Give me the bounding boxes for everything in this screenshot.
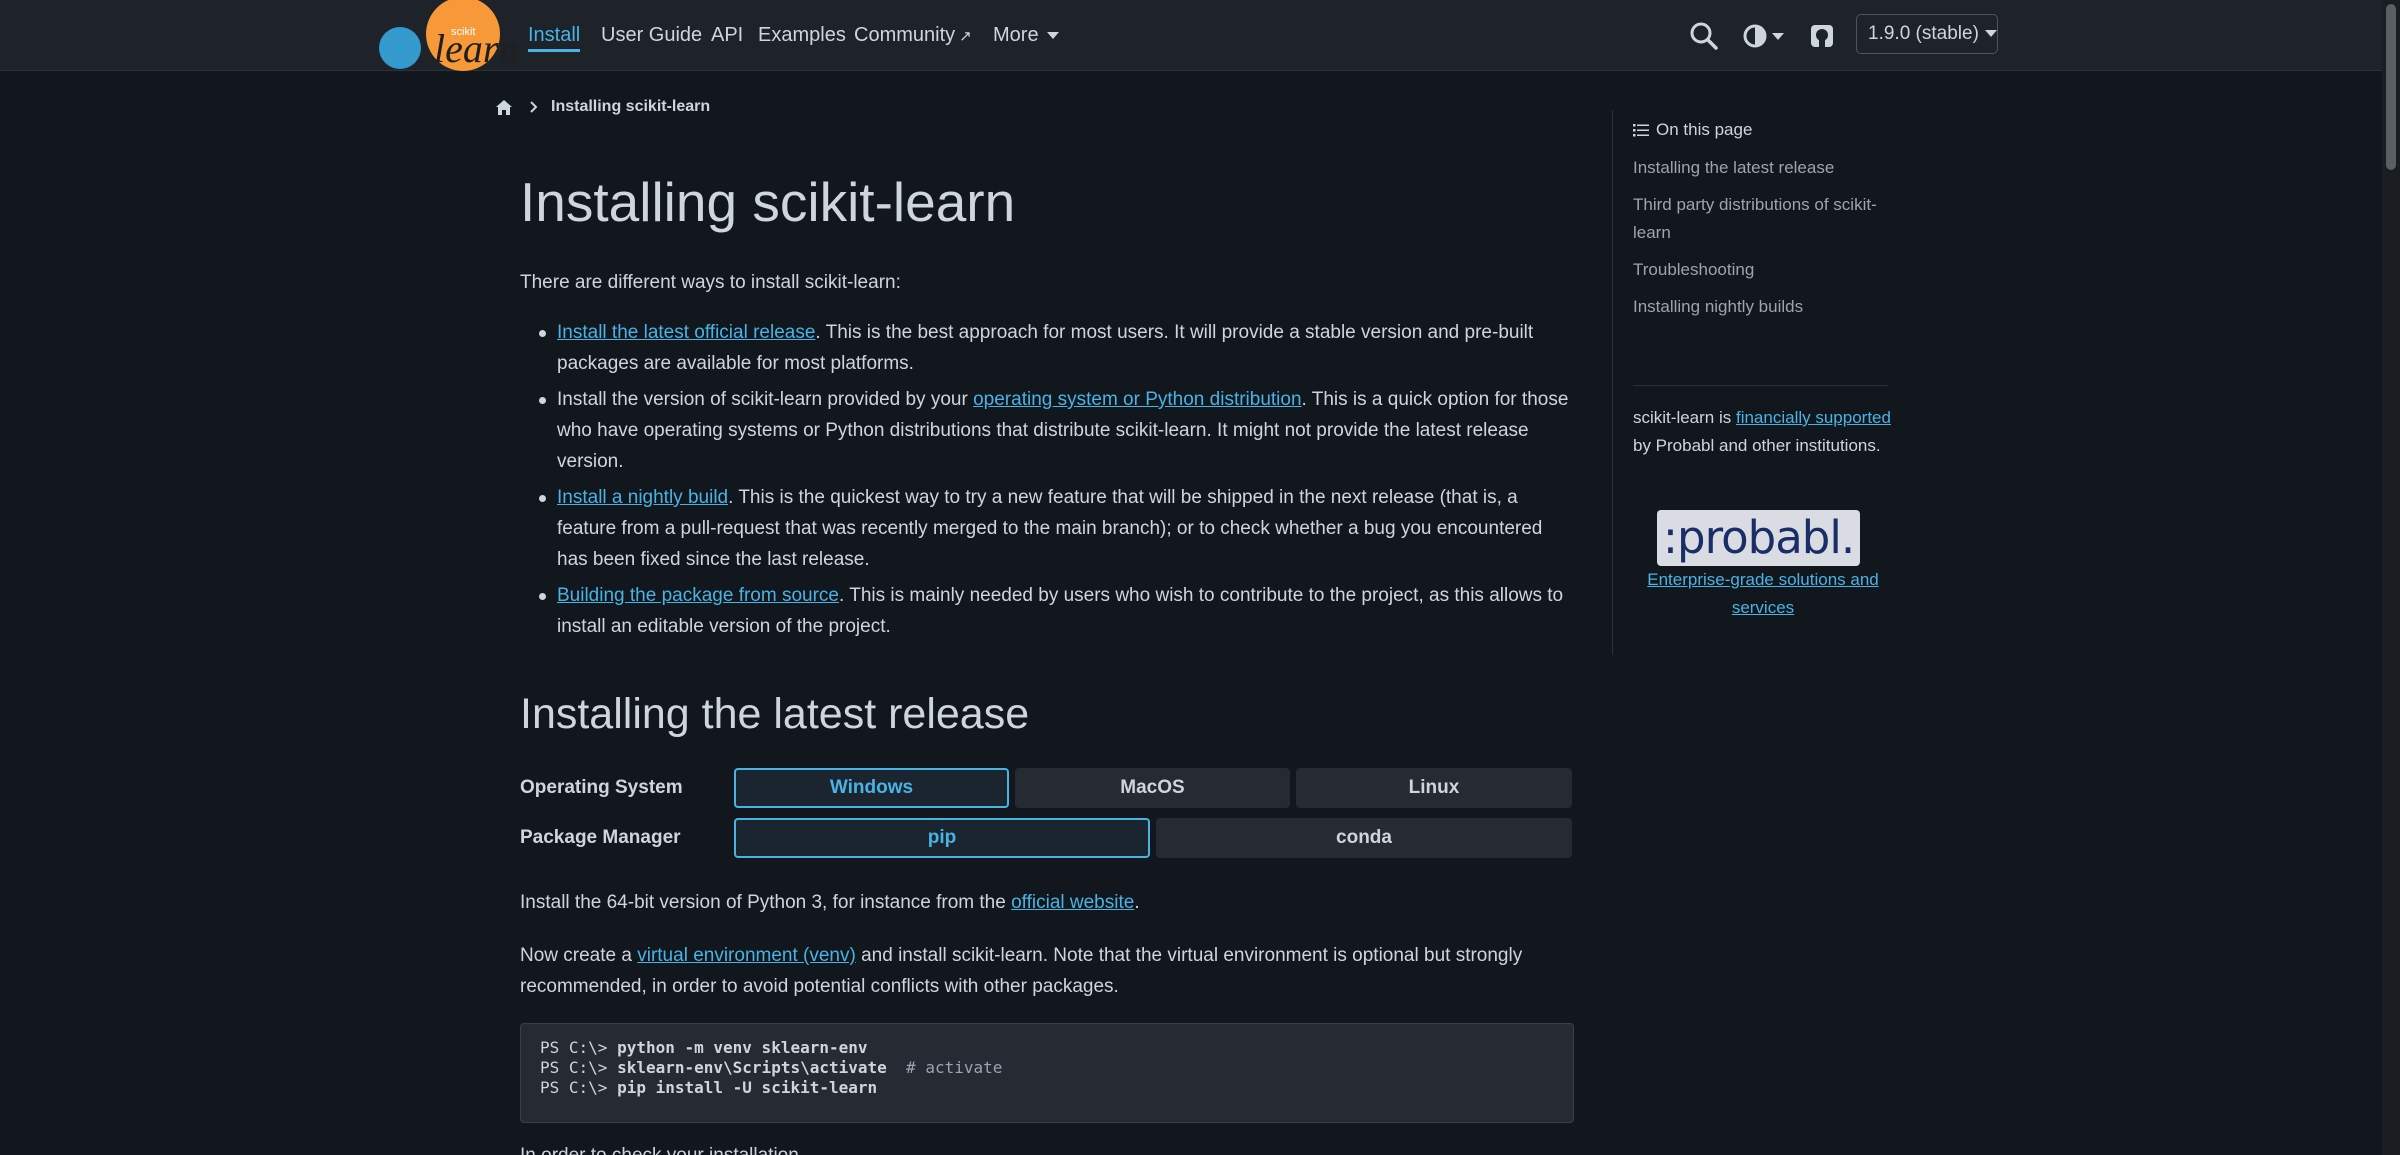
- link-latest-official-release[interactable]: Install the latest official release: [557, 322, 815, 343]
- list-item: Install a nightly build. This is the qui…: [520, 482, 1574, 575]
- para-text: Install the 64-bit version of Python 3, …: [520, 892, 1012, 913]
- version-chevron-down-icon: [1984, 30, 1997, 38]
- nav-user-guide[interactable]: User Guide: [601, 22, 702, 52]
- search-icon[interactable]: [1688, 20, 1720, 52]
- toc-title-text: On this page: [1656, 120, 1753, 139]
- nav-examples[interactable]: Examples: [758, 22, 846, 52]
- cut-off-text: In order to check your installation: [520, 1145, 799, 1155]
- link-nightly-build[interactable]: Install a nightly build: [557, 487, 728, 508]
- top-navbar: scikit learn Install User Guide API Exam…: [0, 0, 2382, 71]
- theme-contrast-icon: [1743, 24, 1767, 48]
- link-os-python-distribution[interactable]: operating system or Python distribution: [973, 389, 1301, 410]
- para-text: Now create a: [520, 945, 638, 966]
- code-prompt: PS C:\>: [540, 1058, 618, 1077]
- sponsor-text: scikit-learn is financially supported by…: [1633, 404, 1893, 460]
- os-selector-row: Operating System Windows MacOS Linux: [520, 768, 1574, 808]
- probabl-logo[interactable]: :probabl.: [1657, 510, 1860, 566]
- toc-item-latest-release[interactable]: Installing the latest release: [1633, 154, 1888, 182]
- os-linux-button[interactable]: Linux: [1296, 768, 1572, 808]
- theme-chevron-down-icon: [1772, 33, 1784, 40]
- toc-item-troubleshooting[interactable]: Troubleshooting: [1633, 256, 1888, 284]
- code-line: python -m venv sklearn-env: [617, 1038, 868, 1057]
- home-icon[interactable]: [495, 99, 513, 116]
- logo-text: learn: [434, 26, 516, 71]
- code-comment: # activate: [906, 1058, 1003, 1077]
- nav-community[interactable]: Community ↗: [854, 22, 972, 52]
- breadcrumb: Installing scikit-learn: [495, 96, 710, 118]
- toc-list: Installing the latest release Third part…: [1633, 154, 1888, 330]
- code-line: pip install -U scikit-learn: [617, 1078, 878, 1097]
- external-link-icon: ↗: [959, 28, 972, 45]
- pm-conda-button[interactable]: conda: [1156, 818, 1572, 858]
- package-manager-selector-row: Package Manager pip conda: [520, 818, 1574, 858]
- github-icon[interactable]: [1806, 20, 1838, 52]
- install-ways-list: Install the latest official release. Thi…: [520, 317, 1574, 647]
- list-item: Install the version of scikit-learn prov…: [520, 384, 1574, 477]
- sponsor-text-part: scikit-learn is: [1633, 408, 1736, 427]
- scikit-learn-logo[interactable]: scikit learn: [378, 0, 516, 71]
- sponsor-text-part: by Probabl and other institutions.: [1633, 436, 1881, 455]
- page-scrollbar[interactable]: [2382, 0, 2400, 1155]
- list-item-text: Install the version of scikit-learn prov…: [557, 389, 974, 410]
- toc-item-nightly-builds[interactable]: Installing nightly builds: [1633, 293, 1888, 321]
- right-sidebar: On this page Installing the latest relea…: [1612, 110, 1892, 655]
- scrollbar-thumb[interactable]: [2386, 4, 2396, 170]
- link-build-from-source[interactable]: Building the package from source: [557, 585, 839, 606]
- nav-more-dropdown[interactable]: More: [993, 22, 1059, 52]
- version-label: 1.9.0 (stable): [1868, 23, 1979, 44]
- chevron-right-icon: [530, 101, 538, 113]
- package-manager-label: Package Manager: [520, 827, 681, 848]
- nav-api[interactable]: API: [711, 22, 743, 52]
- intro-text: There are different ways to install scik…: [520, 272, 901, 293]
- para-text: .: [1134, 892, 1140, 913]
- version-switcher-button[interactable]: 1.9.0 (stable): [1856, 14, 1998, 54]
- code-prompt: PS C:\>: [540, 1038, 618, 1057]
- list-item: Install the latest official release. Thi…: [520, 317, 1574, 379]
- link-official-website[interactable]: official website: [1011, 892, 1134, 913]
- code-block[interactable]: PS C:\> python -m venv sklearn-env PS C:…: [520, 1023, 1574, 1123]
- list-icon: [1633, 124, 1649, 137]
- toc-item-third-party[interactable]: Third party distributions of scikit-lear…: [1633, 191, 1888, 247]
- theme-switcher[interactable]: [1740, 20, 1786, 52]
- os-windows-button[interactable]: Windows: [734, 768, 1009, 808]
- breadcrumb-current: Installing scikit-learn: [551, 98, 711, 115]
- os-macos-button[interactable]: MacOS: [1015, 768, 1290, 808]
- link-virtual-environment[interactable]: virtual environment (venv): [637, 945, 856, 966]
- list-item: Building the package from source. This i…: [520, 580, 1574, 642]
- code-line: sklearn-env\Scripts\activate: [617, 1058, 887, 1077]
- chevron-down-icon: [1046, 32, 1059, 40]
- page-title: Installing scikit-learn: [520, 171, 1016, 233]
- link-financially-supported[interactable]: financially supported: [1736, 408, 1891, 427]
- sidebar-divider: [1633, 385, 1888, 386]
- python-install-text: Install the 64-bit version of Python 3, …: [520, 887, 1574, 918]
- code-prompt: PS C:\>: [540, 1078, 618, 1097]
- nav-more-label: More: [993, 24, 1039, 46]
- nav-install[interactable]: Install: [528, 22, 581, 52]
- os-label: Operating System: [520, 777, 683, 798]
- nav-community-label: Community: [854, 24, 956, 46]
- section-title-latest-release: Installing the latest release: [520, 690, 1030, 738]
- link-enterprise-solutions[interactable]: Enterprise-grade solutions and services: [1633, 566, 1893, 622]
- toc-title: On this page: [1633, 120, 1752, 140]
- venv-text: Now create a virtual environment (venv) …: [520, 940, 1574, 1002]
- pm-pip-button[interactable]: pip: [734, 818, 1150, 858]
